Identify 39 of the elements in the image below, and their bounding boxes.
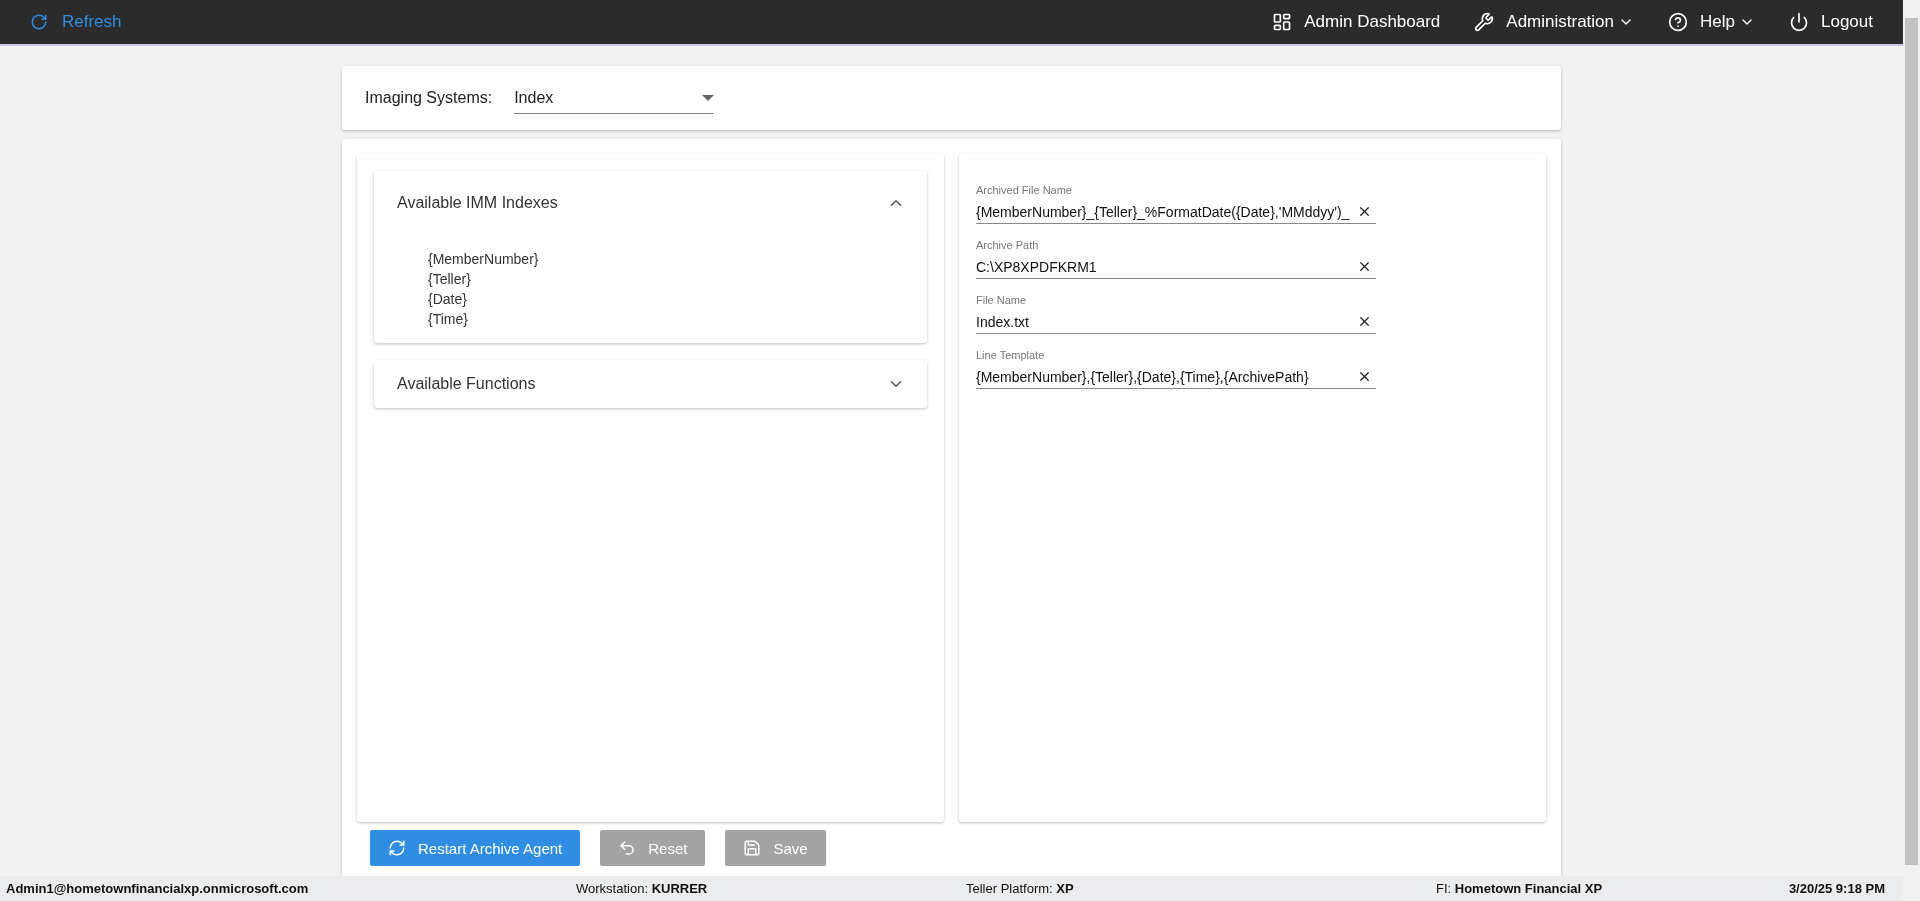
field-label: Line Template	[976, 349, 1046, 361]
fi-text: FI: Hometown Financial XP	[1436, 881, 1604, 896]
text-field[interactable]: C:\XP8XPDFKRM1	[976, 255, 1376, 279]
index-item[interactable]: {Time}	[428, 309, 927, 329]
wrench-icon	[1474, 12, 1495, 32]
clear-icon[interactable]	[1357, 259, 1372, 274]
index-item[interactable]: {MemberNumber}	[428, 249, 927, 269]
field-label: Archive Path	[976, 239, 1040, 251]
date-time: 3/20/25 9:18 PM	[1788, 881, 1885, 896]
dropdown-icon	[702, 94, 715, 101]
accordion-header[interactable]: Available IMM Indexes	[374, 171, 927, 235]
text-field[interactable]: Index.txt	[976, 310, 1376, 334]
menu-button[interactable]: Administration	[1474, 12, 1635, 32]
workstation-text: Workstation: KURRER	[576, 881, 709, 896]
menu-button[interactable]: Logout	[1789, 12, 1873, 32]
imaging-systems-select[interactable]: Index	[514, 82, 715, 114]
save-icon	[743, 839, 762, 857]
field-label: Archived File Name	[976, 184, 1073, 196]
field-label: File Name	[976, 294, 1028, 306]
menu-button[interactable]: Help	[1668, 12, 1755, 32]
text-field[interactable]: {MemberNumber}_{Teller}_%FormatDate({Date},'MMddyy')_	[976, 200, 1376, 224]
index-item[interactable]: {Date}	[428, 289, 927, 309]
restart-icon	[388, 839, 406, 857]
menu-button[interactable]: Admin Dashboard	[1272, 12, 1441, 32]
clear-icon[interactable]	[1357, 314, 1372, 329]
refresh-icon	[30, 13, 48, 31]
user-email: Admin1@hometownfinancialxp.onmicrosoft.com	[6, 881, 310, 896]
accordion-header[interactable]: Available Functions	[374, 360, 927, 408]
refresh-button[interactable]: Refresh	[30, 12, 122, 32]
platform-text: Teller Platform: XP	[966, 881, 1075, 896]
dashboard-icon	[1272, 12, 1293, 32]
help-icon	[1668, 12, 1689, 32]
clear-icon[interactable]	[1357, 369, 1372, 384]
index-item[interactable]: {Teller}	[428, 269, 927, 289]
reset-icon	[618, 839, 637, 857]
clear-icon[interactable]	[1357, 204, 1372, 219]
power-icon	[1789, 12, 1809, 32]
text-field[interactable]: {MemberNumber},{Teller},{Date},{Time},{ArchivePath}	[976, 365, 1376, 389]
field-label: Imaging Systems:	[365, 89, 493, 107]
